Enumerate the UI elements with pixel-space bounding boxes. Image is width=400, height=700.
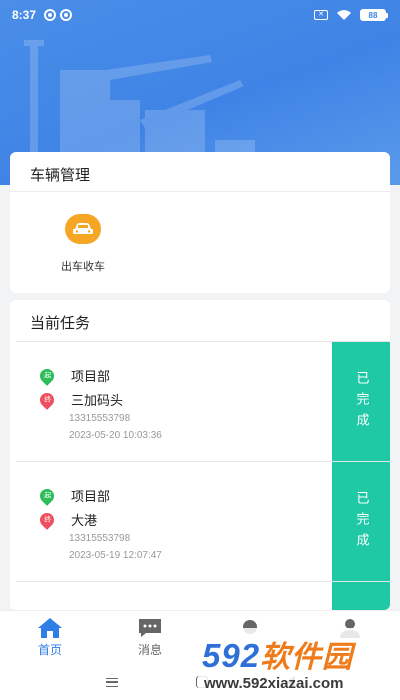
end-pin-icon: 终 (37, 509, 57, 530)
task-item-partial[interactable] (16, 581, 390, 610)
status-time: 8:37 (12, 8, 37, 22)
end-pin-icon: 终 (37, 389, 57, 410)
task-start-location: 项目部 (71, 370, 111, 385)
task-item[interactable]: 起 项目部 终 大港 13315553798 2023-05-19 12:07:… (16, 461, 390, 582)
task-status-label: 已完成 (353, 370, 369, 434)
watermark-logo: 592软件园 (202, 632, 353, 676)
task-datetime: 2023-05-20 10:03:36 (69, 430, 162, 441)
tab-messages-label: 消息 (137, 643, 162, 657)
task-status-badge[interactable]: 已完成 (332, 462, 390, 582)
start-pin-icon: 起 (37, 365, 57, 386)
task-end-location: 三加码头 (71, 394, 124, 409)
site-watermark: 592软件园 www.592xiazai.com (198, 628, 400, 700)
task-status-label: 已完成 (353, 490, 369, 554)
notification-icon (60, 9, 73, 21)
tab-home[interactable]: 首页 (0, 611, 100, 664)
task-item[interactable]: 起 项目部 终 三加码头 13315553798 2023-05-20 10:0… (16, 341, 390, 462)
task-status-badge[interactable] (332, 582, 390, 610)
start-pin-icon: 起 (37, 485, 57, 506)
task-end-location: 大港 (71, 514, 98, 529)
home-icon (38, 618, 62, 638)
tab-messages[interactable]: 消息 (100, 611, 200, 664)
dispatch-return-button[interactable]: 出车收车 (48, 214, 118, 274)
car-icon (65, 214, 101, 244)
task-datetime: 2023-05-19 12:07:47 (69, 550, 162, 561)
notification-icon (44, 9, 57, 21)
battery-level: 88 (360, 9, 386, 21)
tasks-card-title: 当前任务 (30, 314, 91, 332)
task-phone: 13315553798 (69, 533, 131, 544)
wifi-icon (337, 10, 351, 20)
dispatch-return-label: 出车收车 (61, 260, 105, 273)
vehicle-management-card: 车辆管理 出车收车 (10, 152, 390, 293)
message-icon (139, 619, 161, 637)
task-status-badge[interactable]: 已完成 (332, 342, 390, 462)
tab-home-label: 首页 (37, 643, 62, 657)
status-bar: 8:37 ✕ 88 (0, 0, 400, 30)
task-start-location: 项目部 (71, 490, 111, 505)
watermark-logo-text: 软件园 (260, 641, 354, 674)
battery-indicator: 88 (360, 9, 388, 21)
current-tasks-card: 当前任务 起 项目部 终 三加码头 13315553798 2023-05-20… (10, 300, 390, 610)
no-sim-icon: ✕ (314, 10, 328, 20)
vehicle-card-title: 车辆管理 (10, 152, 390, 192)
menu-icon[interactable] (105, 677, 118, 687)
watermark-url: www.592xiazai.com (204, 675, 344, 692)
task-phone: 13315553798 (69, 413, 131, 424)
watermark-logo-number: 592 (202, 637, 261, 674)
